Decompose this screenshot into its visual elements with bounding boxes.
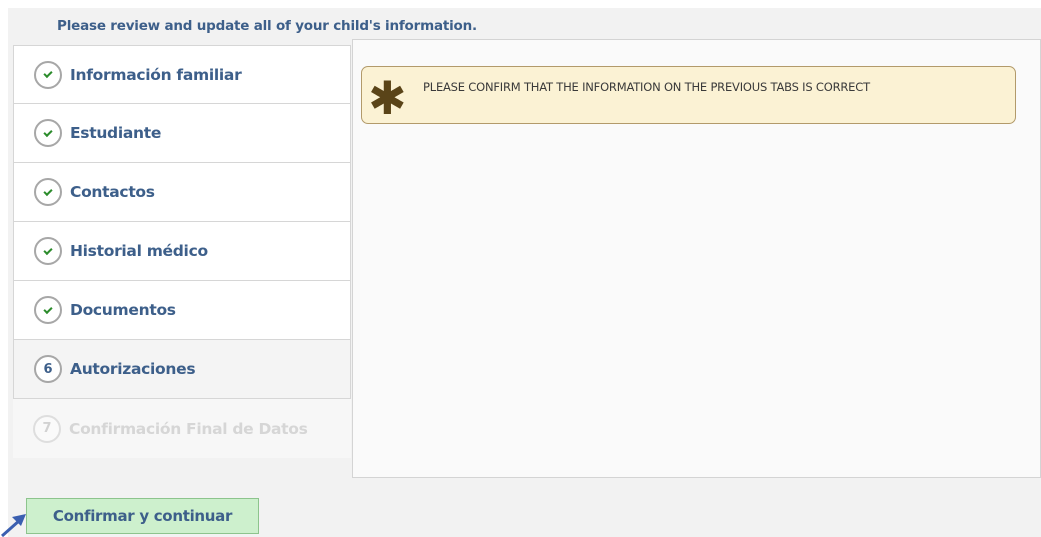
step-number-badge: 6 (34, 355, 62, 383)
step-label: Confirmación Final de Datos (69, 419, 308, 438)
step-confirmacion-final: 7 Confirmación Final de Datos (13, 399, 351, 458)
check-icon (34, 296, 62, 324)
step-contactos[interactable]: Contactos (13, 163, 351, 222)
step-informacion-familiar[interactable]: Información familiar (13, 45, 351, 104)
step-label: Información familiar (70, 65, 242, 84)
confirmation-alert: ✱ PLEASE CONFIRM THAT THE INFORMATION ON… (361, 66, 1016, 124)
step-label: Estudiante (70, 124, 162, 142)
check-icon (34, 60, 62, 89)
step-label: Autorizaciones (70, 360, 196, 378)
step-number-badge: 7 (33, 414, 61, 443)
step-number: 6 (43, 361, 53, 377)
check-icon (34, 119, 62, 147)
asterisk-icon: ✱ (368, 71, 407, 125)
check-icon (34, 237, 62, 265)
step-estudiante[interactable]: Estudiante (13, 104, 351, 163)
confirm-continue-button[interactable]: Confirmar y continuar (26, 498, 259, 534)
arrow-pointer-icon (1, 514, 26, 537)
step-label: Documentos (70, 301, 176, 319)
intro-text: Please review and update all of your chi… (57, 18, 477, 34)
steps-sidebar: Información familiar Estudiante Contacto… (13, 45, 351, 458)
step-autorizaciones[interactable]: 6 Autorizaciones (13, 340, 351, 399)
check-icon (34, 178, 62, 206)
alert-message: PLEASE CONFIRM THAT THE INFORMATION ON T… (423, 80, 870, 94)
step-historial-medico[interactable]: Historial médico (13, 222, 351, 281)
step-documentos[interactable]: Documentos (13, 281, 351, 340)
step-number: 7 (42, 421, 52, 436)
step-label: Contactos (70, 183, 155, 201)
step-label: Historial médico (70, 242, 208, 260)
